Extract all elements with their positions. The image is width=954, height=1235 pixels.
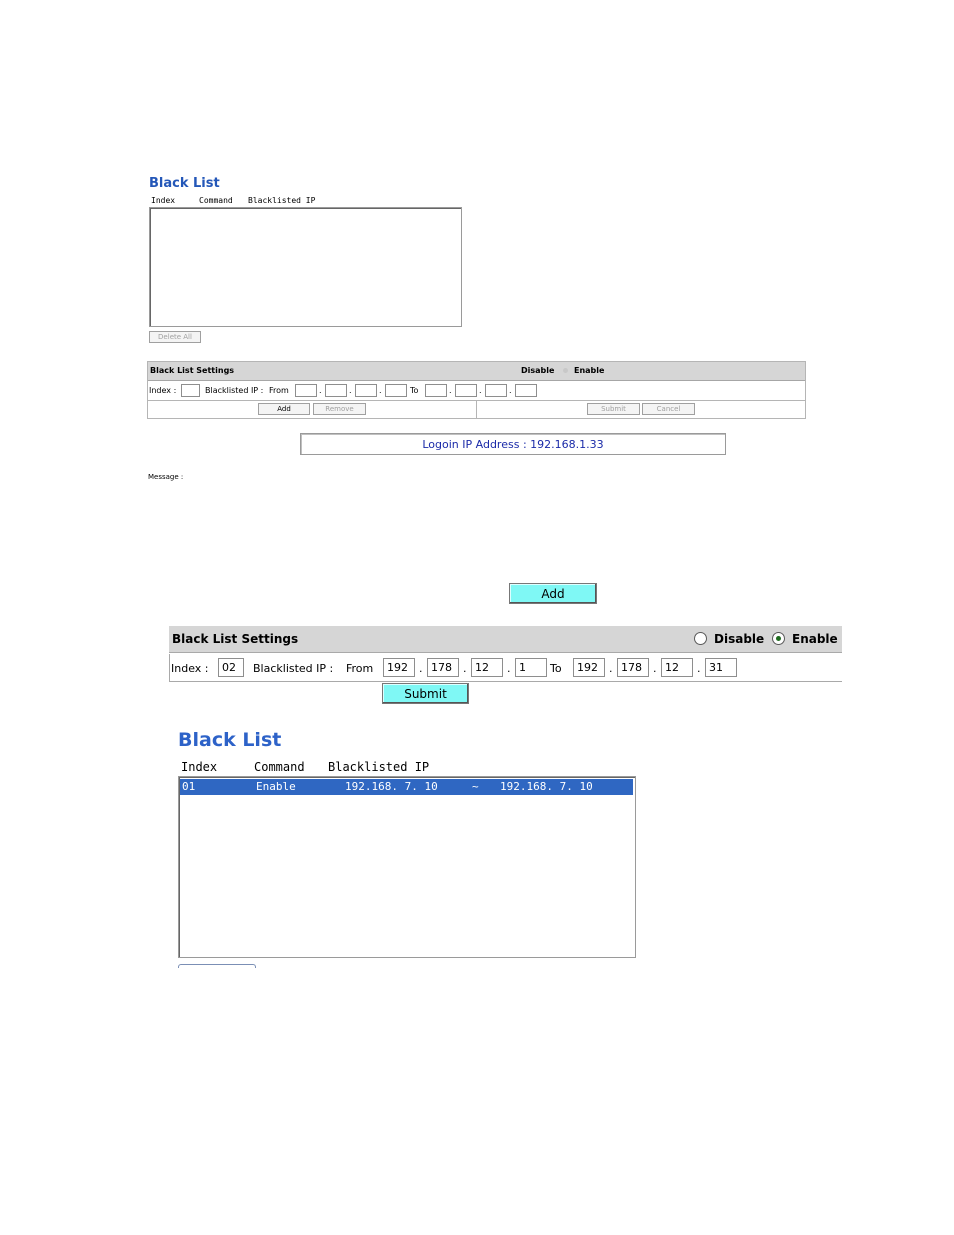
column-header-command: Command <box>199 196 233 205</box>
blacklist-title-zoomed: Black List <box>178 729 282 751</box>
submit-button-zoomed[interactable]: Submit <box>382 683 469 704</box>
from-label-zoomed: From <box>346 662 374 675</box>
settings-header <box>148 362 805 381</box>
ip-dot: . <box>463 662 467 675</box>
ip-dot: . <box>509 386 512 395</box>
index-label: Index : <box>149 386 177 395</box>
column-header-index: Index <box>151 196 176 205</box>
to-ip-octet-2[interactable] <box>455 384 477 397</box>
index-input[interactable] <box>181 384 200 397</box>
disable-label-zoomed: Disable <box>714 632 765 646</box>
blacklisted-ip-label-zoomed: Blacklisted IP : <box>253 662 334 675</box>
row-index: 01 <box>182 780 196 793</box>
from-ip-octet-3[interactable] <box>355 384 377 397</box>
ip-dot: . <box>697 662 701 675</box>
remove-button[interactable]: Remove <box>313 403 366 415</box>
cancel-button[interactable]: Cancel <box>642 403 695 415</box>
from-ip-octet-2[interactable] <box>325 384 347 397</box>
ip-dot: . <box>653 662 657 675</box>
submit-button[interactable]: Submit <box>587 403 640 415</box>
from-ip-octet-2-zoomed[interactable]: 178 <box>427 658 459 677</box>
row-from-ip: 192.168. 7. 10 <box>345 780 438 793</box>
add-button[interactable]: Add <box>258 403 310 415</box>
ip-dot: . <box>349 386 352 395</box>
message-label: Message : <box>148 473 184 481</box>
row-to-ip: 192.168. 7. 10 <box>500 780 593 793</box>
to-ip-octet-3[interactable] <box>485 384 507 397</box>
login-ip-address: Logoin IP Address : 192.168.1.33 <box>300 433 726 455</box>
ip-dot: . <box>319 386 322 395</box>
enable-label-zoomed: Enable <box>792 632 838 646</box>
blacklisted-ip-label: Blacklisted IP : <box>205 386 264 395</box>
column-header-blacklisted-ip-zoomed: Blacklisted IP <box>328 760 430 774</box>
disable-radio-zoomed[interactable] <box>694 632 707 645</box>
add-button-zoomed[interactable]: Add <box>509 583 597 604</box>
to-ip-octet-3-zoomed[interactable]: 12 <box>661 658 693 677</box>
divider <box>476 401 477 418</box>
from-ip-octet-4[interactable] <box>385 384 407 397</box>
index-input-zoomed[interactable]: 02 <box>218 658 244 677</box>
ip-dot: . <box>479 386 482 395</box>
ip-dot: . <box>507 662 511 675</box>
to-label: To <box>410 386 419 395</box>
column-header-command-zoomed: Command <box>254 760 305 774</box>
list-item[interactable]: 01 Enable 192.168. 7. 10 ~ 192.168. 7. 1… <box>180 779 633 795</box>
to-label-zoomed: To <box>550 662 562 675</box>
ip-dot: . <box>449 386 452 395</box>
from-ip-octet-1[interactable] <box>295 384 317 397</box>
from-ip-octet-3-zoomed[interactable]: 12 <box>471 658 503 677</box>
ip-dot: . <box>609 662 613 675</box>
cropped-button-edge <box>178 964 256 968</box>
blacklist-listbox-zoomed[interactable] <box>178 776 636 958</box>
to-ip-octet-1-zoomed[interactable]: 192 <box>573 658 605 677</box>
blacklist-listbox[interactable] <box>149 207 462 327</box>
disable-radio[interactable] <box>563 368 568 373</box>
column-header-blacklisted-ip: Blacklisted IP <box>248 196 316 205</box>
delete-all-button[interactable]: Delete All <box>149 331 201 343</box>
from-label: From <box>269 386 289 395</box>
enable-label: Enable <box>574 366 605 375</box>
to-ip-octet-2-zoomed[interactable]: 178 <box>617 658 649 677</box>
ip-dot: . <box>419 662 423 675</box>
row-command: Enable <box>256 780 296 793</box>
from-ip-octet-1-zoomed[interactable]: 192 <box>383 658 415 677</box>
index-label-zoomed: Index : <box>171 662 209 675</box>
row-range-separator: ~ <box>472 780 479 793</box>
blacklist-title: Black List <box>149 176 220 191</box>
disable-label: Disable <box>521 366 555 375</box>
to-ip-octet-4-zoomed[interactable]: 31 <box>705 658 737 677</box>
settings-title-zoomed: Black List Settings <box>172 632 299 646</box>
column-header-index-zoomed: Index <box>181 760 218 774</box>
enable-radio-zoomed[interactable] <box>772 632 785 645</box>
from-ip-octet-4-zoomed[interactable]: 1 <box>515 658 547 677</box>
settings-title: Black List Settings <box>150 366 235 375</box>
to-ip-octet-1[interactable] <box>425 384 447 397</box>
to-ip-octet-4[interactable] <box>515 384 537 397</box>
ip-dot: . <box>379 386 382 395</box>
